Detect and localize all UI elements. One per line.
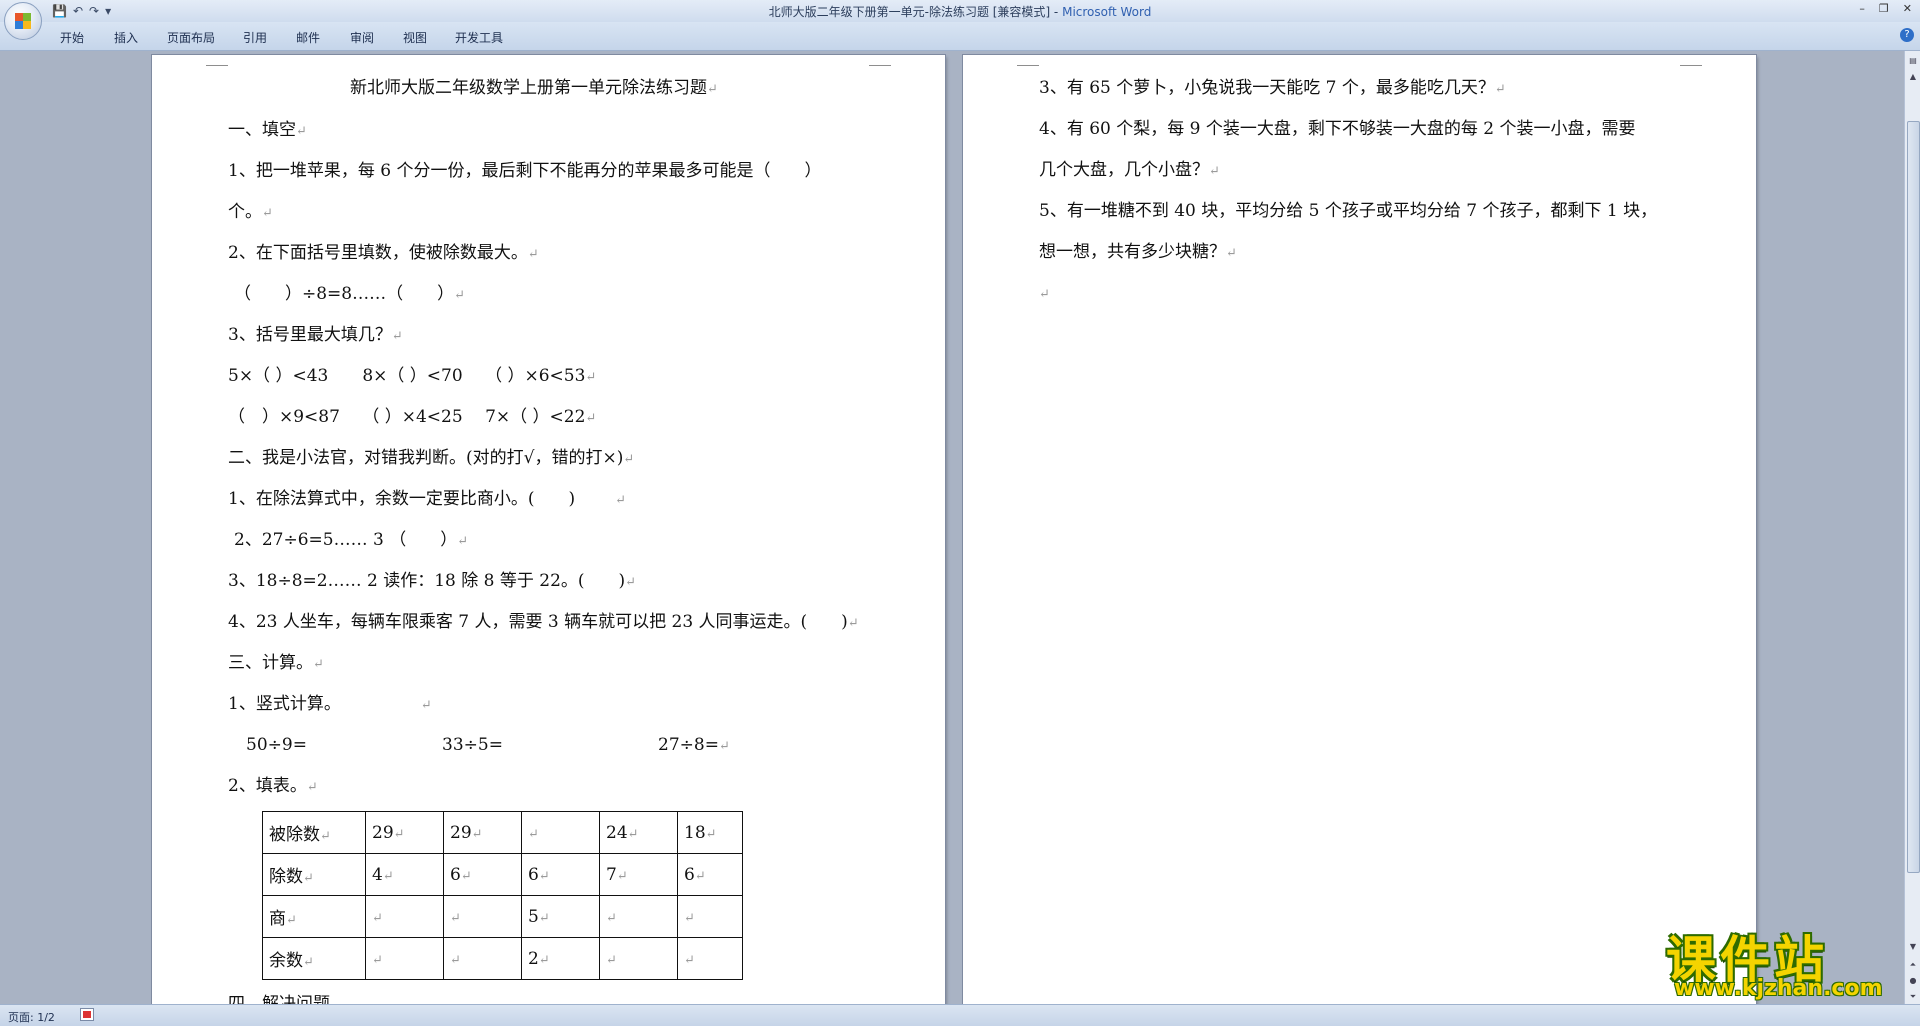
tab-page-layout[interactable]: 页面布局	[167, 29, 215, 46]
margin-corner-mark	[869, 57, 891, 66]
proofing-icon[interactable]	[80, 1008, 94, 1021]
table-cell[interactable]: ↵	[443, 937, 522, 980]
scroll-thumb[interactable]	[1907, 121, 1920, 873]
empty-paragraph: ↵	[1039, 287, 1050, 302]
margin-corner-mark	[1680, 57, 1702, 66]
table-cell[interactable]: 被除数↵	[262, 811, 366, 854]
restore-button[interactable]: ❐	[1879, 2, 1889, 15]
watermark: 课件站 www.kjzhan.com	[1666, 920, 1912, 1002]
table-row: 余数↵ ↵ ↵ 2↵ ↵ ↵	[262, 937, 743, 980]
calc-item: 27÷8=↵	[658, 735, 730, 755]
margin-corner-mark	[206, 57, 228, 66]
question-text: （ ）÷8=8……（ ）↵	[234, 284, 466, 304]
table-cell[interactable]: 除数↵	[262, 853, 366, 896]
table-cell[interactable]: 5↵	[521, 895, 600, 938]
help-icon[interactable]: ?	[1900, 28, 1914, 42]
office-logo-icon	[15, 13, 31, 29]
page-1[interactable]: 新北师大版二年级数学上册第一单元除法练习题↵ 一、填空↵ 1、把一堆苹果，每 6…	[152, 55, 945, 1004]
tab-insert[interactable]: 插入	[114, 29, 138, 46]
ruler-toggle-icon[interactable]: ▤	[1907, 55, 1919, 67]
table-cell[interactable]: ↵	[677, 895, 743, 938]
table-row: 商↵ ↵ ↵ 5↵ ↵ ↵	[262, 895, 743, 938]
section-heading: 四、解决问题。	[228, 994, 347, 1004]
table-cell[interactable]: 4↵	[365, 853, 444, 896]
section-heading: 一、填空↵	[228, 120, 307, 140]
calc-item: 50÷9=	[246, 735, 307, 755]
minimize-button[interactable]: –	[1859, 2, 1865, 15]
scroll-up-icon[interactable]: ▲	[1907, 71, 1919, 83]
table-cell[interactable]: 2↵	[521, 937, 600, 980]
question-text: 2、在下面括号里填数，使被除数最大。↵	[228, 243, 539, 263]
calc-item: 33÷5=	[442, 735, 503, 755]
table-cell[interactable]: 6↵	[677, 853, 743, 896]
table-cell[interactable]: 18↵	[677, 811, 743, 854]
office-button[interactable]	[4, 2, 42, 40]
question-text: 3、18÷8=2…… 2 读作：18 除 8 等于 22。( )↵	[228, 571, 637, 591]
watermark-url: www.kjzhan.com	[1674, 976, 1883, 1001]
table-row: 被除数↵ 29↵ 29↵ ↵ 24↵ 18↵	[262, 811, 743, 854]
margin-corner-mark	[1017, 57, 1039, 66]
question-text: 个。↵	[228, 202, 273, 222]
document-area[interactable]: 新北师大版二年级数学上册第一单元除法练习题↵ 一、填空↵ 1、把一堆苹果，每 6…	[0, 51, 1904, 1004]
table-cell[interactable]: 7↵	[599, 853, 678, 896]
table-cell[interactable]: 24↵	[599, 811, 678, 854]
question-text: 4、有 60 个梨，每 9 个装一大盘，剩下不够装一大盘的每 2 个装一小盘，需…	[1039, 119, 1636, 139]
tab-developer[interactable]: 开发工具	[455, 29, 503, 46]
app-name: Microsoft Word	[1062, 5, 1152, 19]
table-cell[interactable]: ↵	[599, 895, 678, 938]
tab-view[interactable]: 视图	[403, 29, 427, 46]
table-cell[interactable]: 6↵	[521, 853, 600, 896]
question-text: 3、括号里最大填几？↵	[228, 325, 403, 345]
close-button[interactable]: ✕	[1903, 2, 1912, 15]
table-cell[interactable]: 29↵	[365, 811, 444, 854]
section-heading: 三、计算。↵	[228, 653, 324, 673]
table-cell[interactable]: ↵	[365, 895, 444, 938]
tab-review[interactable]: 审阅	[350, 29, 374, 46]
vertical-scrollbar[interactable]: ▤ ▲ ▼ ⏶ ● ⏷	[1904, 51, 1920, 1004]
question-text: 3、有 65 个萝卜，小兔说我一天能吃 7 个，最多能吃几天？↵	[1039, 78, 1506, 98]
table-cell[interactable]: 商↵	[262, 895, 366, 938]
division-table: 被除数↵ 29↵ 29↵ ↵ 24↵ 18↵ 除数↵ 4↵ 6↵ 6↵ 7↵ 6…	[262, 811, 743, 980]
document-title: 北师大版二年级下册第一单元-除法练习题 [兼容模式] -	[768, 5, 1063, 19]
document-heading: 新北师大版二年级数学上册第一单元除法练习题↵	[350, 78, 718, 98]
table-cell[interactable]: ↵	[599, 937, 678, 980]
question-text: 几个大盘，几个小盘？↵	[1039, 160, 1220, 180]
page-indicator[interactable]: 页面: 1/2	[8, 1009, 55, 1025]
table-cell[interactable]: 29↵	[443, 811, 522, 854]
question-text: 1、在除法算式中，余数一定要比商小。( ) ↵	[228, 489, 626, 509]
table-cell[interactable]: 余数↵	[262, 937, 366, 980]
table-cell[interactable]: ↵	[521, 811, 600, 854]
question-text: 2、填表。↵	[228, 776, 318, 796]
table-cell[interactable]: ↵	[677, 937, 743, 980]
question-text: 5、有一堆糖不到 40 块，平均分给 5 个孩子或平均分给 7 个孩子，都剩下 …	[1039, 201, 1658, 221]
question-text: 1、把一堆苹果，每 6 个分一份，最后剩下不能再分的苹果最多可能是（ ）	[228, 161, 822, 181]
table-cell[interactable]: ↵	[365, 937, 444, 980]
tab-home[interactable]: 开始	[60, 29, 84, 46]
table-row: 除数↵ 4↵ 6↵ 6↵ 7↵ 6↵	[262, 853, 743, 896]
section-heading: 二、我是小法官，对错我判断。(对的打√，错的打×)↵	[228, 448, 635, 468]
window-controls: – ❐ ✕	[1859, 2, 1912, 15]
question-text: 5×（ ）<43 8×（ ）<70 （ ）×6<53↵	[228, 366, 597, 386]
question-text: 1、竖式计算。 ↵	[228, 694, 432, 714]
question-text: 4、23 人坐车，每辆车限乘客 7 人，需要 3 辆车就可以把 23 人同事运走…	[228, 612, 859, 632]
table-cell[interactable]: ↵	[443, 895, 522, 938]
status-bar: 页面: 1/2	[0, 1004, 1920, 1026]
ribbon-tabs: 开始 插入 页面布局 引用 邮件 审阅 视图 开发工具 ?	[0, 22, 1920, 51]
page-2[interactable]: 3、有 65 个萝卜，小兔说我一天能吃 7 个，最多能吃几天？↵ 4、有 60 …	[963, 55, 1756, 1004]
question-text: （ ）×9<87 （ ）×4<25 7×（ ）<22↵	[228, 407, 597, 427]
window-title: 北师大版二年级下册第一单元-除法练习题 [兼容模式] - Microsoft W…	[0, 3, 1920, 20]
question-text: 2、27÷6=5…… 3 （ ）↵	[234, 530, 469, 550]
title-bar: 💾 ↶ ↷ ▾ 北师大版二年级下册第一单元-除法练习题 [兼容模式] - Mic…	[0, 0, 1920, 22]
tab-references[interactable]: 引用	[243, 29, 267, 46]
question-text: 想一想，共有多少块糖？↵	[1039, 242, 1237, 262]
table-cell[interactable]: 6↵	[443, 853, 522, 896]
tab-mailings[interactable]: 邮件	[296, 29, 320, 46]
